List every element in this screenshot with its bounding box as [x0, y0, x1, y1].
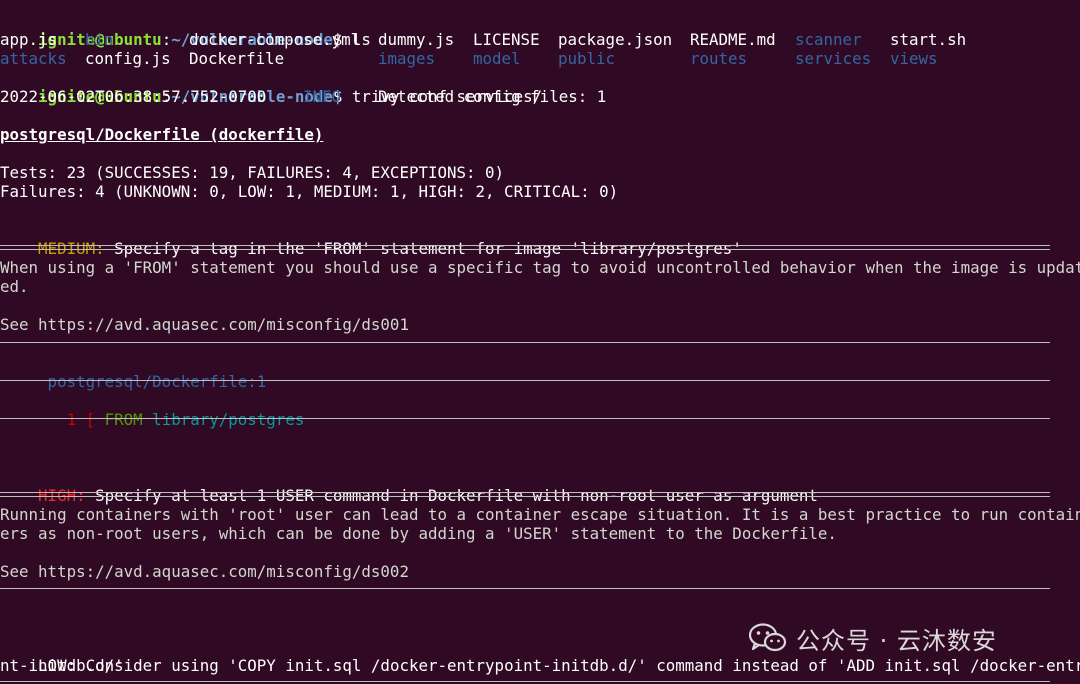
log-message: Detected config files: 1 — [378, 87, 607, 106]
finding-title-continued: nt-initdb.d/' — [0, 656, 124, 675]
dir-entry: bin — [85, 30, 114, 49]
dir-entry: public — [558, 49, 616, 68]
report-failures: Failures: 4 (UNKNOWN: 0, LOW: 1, MEDIUM:… — [0, 182, 619, 201]
divider — [0, 588, 1050, 589]
file-entry: LICENSE — [473, 30, 540, 49]
file-entry: README.md — [690, 30, 776, 49]
file-entry: config.js — [85, 49, 171, 68]
finding-location: postgresql/Dockerfile:1 — [0, 353, 267, 391]
file-entry: dummy.js — [378, 30, 455, 49]
finding-description: ers as non-root users, which can be done… — [0, 524, 837, 543]
log-timestamp: 2022-06-02T06:38:57.752-0700 — [0, 87, 267, 106]
file-entry: Dockerfile — [189, 49, 285, 68]
watermark: 公众号 · 云沐数安 — [748, 622, 997, 655]
terminal-window[interactable]: ignite@ubuntu:~/vulnerable-node$ ls app.… — [0, 0, 1080, 684]
finding-medium-title: MEDIUM: Specify a tag in the 'FROM' stat… — [0, 220, 742, 258]
file-entry: package.json — [558, 30, 673, 49]
wechat-icon — [748, 623, 787, 652]
finding-high-title: HIGH: Specify at least 1 USER command in… — [0, 467, 818, 505]
divider — [0, 418, 1050, 419]
code-keyword: FROM — [104, 410, 143, 429]
file-entry: start.sh — [890, 30, 967, 49]
location-line: :1 — [247, 372, 267, 391]
dir-entry: model — [473, 49, 521, 68]
finding-title: Consider using 'COPY init.sql /docker-en… — [76, 656, 1080, 675]
divider — [0, 342, 1050, 343]
ls-output-row: attacks config.js Dockerfile images mode… — [0, 49, 1080, 68]
dir-entry: views — [890, 49, 938, 68]
finding-link[interactable]: See https://avd.aquasec.com/misconfig/ds… — [0, 562, 409, 581]
finding-link[interactable]: See https://avd.aquasec.com/misconfig/ds… — [0, 315, 409, 334]
log-line: 2022-06-02T06:38:57.752-0700 INFO Detect… — [0, 87, 1080, 106]
divider — [0, 245, 1050, 250]
code-argument: library/postgres — [142, 410, 305, 429]
code-snippet: 1 [ FROM library/postgres — [0, 391, 305, 429]
command-line-ls: ignite@ubuntu:~/vulnerable-node$ ls — [0, 11, 371, 49]
command-line-trivy: ignite@ubuntu:~/vulnerable-node$ trivy c… — [0, 68, 542, 106]
file-entry: docker-compose.yml — [189, 30, 361, 49]
file-entry: app.js — [0, 30, 58, 49]
location-file: postgresql/Dockerfile — [38, 372, 248, 391]
finding-description: When using a 'FROM' statement you should… — [0, 258, 1080, 277]
divider — [0, 380, 1050, 381]
divider — [0, 492, 1050, 497]
report-target: postgresql/Dockerfile (dockerfile) — [0, 125, 324, 144]
log-level: INFO — [303, 87, 342, 106]
dir-entry: services — [795, 49, 872, 68]
dir-entry: attacks — [0, 49, 67, 68]
dir-entry: scanner — [795, 30, 862, 49]
report-tests: Tests: 23 (SUCCESSES: 19, FAILURES: 4, E… — [0, 163, 505, 182]
finding-description: ed. — [0, 277, 29, 296]
dir-entry: images — [378, 49, 436, 68]
ls-output-row: app.js bin docker-compose.yml dummy.js L… — [0, 30, 1080, 49]
dir-entry: routes — [690, 49, 748, 68]
watermark-text: 公众号 · 云沐数安 — [796, 626, 997, 655]
finding-description: Running containers with 'root' user can … — [0, 505, 1080, 524]
code-line-number: 1 [ — [38, 410, 105, 429]
